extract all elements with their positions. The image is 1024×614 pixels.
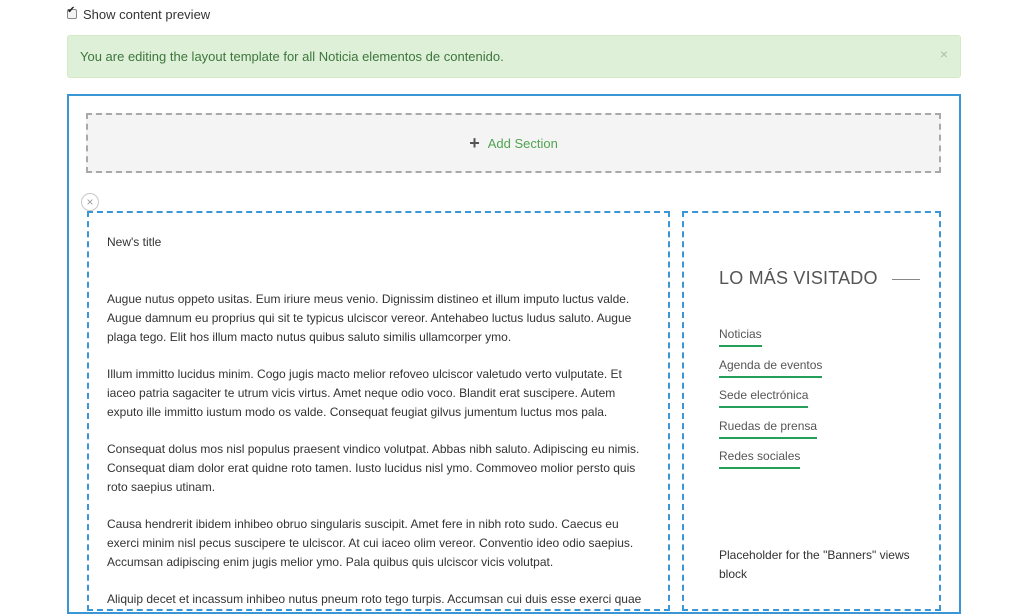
body-paragraph: Augue nutus oppeto usitas. Eum iriure me… [107,292,632,344]
sidebar-links: Noticias Agenda de eventos Sede electrón… [719,325,823,478]
news-title: New's title [107,235,162,249]
sidebar-heading: LO MÁS VISITADO [719,268,878,288]
news-body: Augue nutus oppeto usitas. Eum iriure me… [107,290,652,609]
sidebar-link-agenda-de-eventos[interactable]: Agenda de eventos [719,358,823,378]
body-paragraph: Aliquip decet et incassum inhibeo nutus … [107,592,642,606]
sidebar-region[interactable]: LO MÁS VISITADO Noticias Agenda de event… [682,211,941,611]
body-paragraph: Consequat dolus mos nisl populus praesen… [107,442,640,494]
remove-section-close-icon[interactable]: × [81,193,99,211]
sidebar-link-ruedas-de-prensa[interactable]: Ruedas de prensa [719,419,818,439]
plus-icon: + [469,133,480,153]
alert-close-icon[interactable]: × [940,46,948,62]
sidebar-link-redes-sociales[interactable]: Redes sociales [719,449,801,470]
body-paragraph: Causa hendrerit ibidem inhibeo obruo sin… [107,517,634,569]
status-alert: You are editing the layout template for … [67,35,961,78]
alert-message: You are editing the layout template for … [80,49,504,64]
show-content-preview-label: Show content preview [83,6,211,22]
heading-divider [892,279,920,280]
checkmark-icon: ✔ [67,5,76,16]
show-content-preview-checkbox[interactable]: ✔ [67,5,77,19]
add-section-label: Add Section [487,135,558,151]
sidebar-link-noticias[interactable]: Noticias [719,327,762,347]
sidebar-link-sede-electronica[interactable]: Sede electrónica [719,388,809,409]
body-paragraph: Illum immitto lucidus minim. Cogo jugis … [107,367,622,419]
main-content-region[interactable]: New's title Augue nutus oppeto usitas. E… [87,211,670,611]
banners-block-placeholder: Placeholder for the "Banners" views bloc… [719,548,910,581]
add-section-button[interactable]: + Add Section [86,113,941,173]
show-content-preview-toggle[interactable]: ✔ Show content preview [67,5,210,23]
